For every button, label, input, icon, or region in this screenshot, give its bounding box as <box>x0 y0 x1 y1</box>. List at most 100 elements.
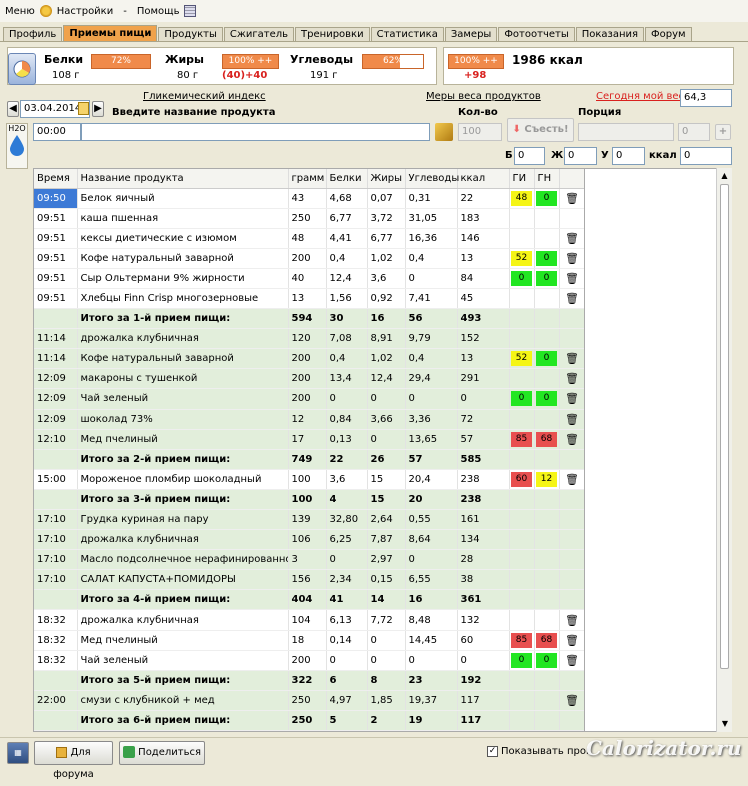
trash-icon[interactable]: 🗑 <box>565 614 579 627</box>
table-row[interactable]: 09:51 Сыр Ольтермани 9% жирности 40 12,4 3,6… <box>34 268 584 289</box>
meal-total-row[interactable]: Итого за 6-й прием пищи: 250 5 2 19 117 <box>34 710 584 731</box>
tab-9[interactable]: Форум <box>645 27 692 42</box>
table-row[interactable]: 09:51 Хлебцы Finn Crisp многозерновые 13 1,… <box>34 288 584 310</box>
trash-icon[interactable]: 🗑 <box>565 232 579 245</box>
scroll-up-icon[interactable]: ▲ <box>717 168 732 184</box>
portion-value[interactable]: 0 <box>678 123 710 141</box>
table-row[interactable]: 09:51 каша пшенная 250 6,77 3,72 31,05 183 <box>34 208 584 229</box>
column-header[interactable]: Название продукта <box>77 169 289 189</box>
weights-link[interactable]: Меры веса продуктов <box>426 91 541 102</box>
broom-icon[interactable] <box>435 123 453 141</box>
trash-icon[interactable]: 🗑 <box>565 634 579 647</box>
tab-5[interactable]: Статистика <box>370 27 444 42</box>
meal-total-row[interactable]: Итого за 4-й прием пищи: 404 41 14 16 361 <box>34 589 584 611</box>
table-scrollbar[interactable]: ▲ ▼ <box>716 168 732 732</box>
trash-icon[interactable]: 🗑 <box>565 352 579 365</box>
table-row[interactable]: 18:32 Чай зеленый 200 0 0 0 0 0 0 🗑 <box>34 650 584 671</box>
trash-icon[interactable]: 🗑 <box>565 272 579 285</box>
cell-b: 32,80 <box>326 509 368 531</box>
cell-gi: 48 <box>509 188 535 209</box>
column-header[interactable]: ккал <box>457 169 510 189</box>
cell-g: 104 <box>288 609 327 631</box>
product-search-input[interactable] <box>81 123 430 141</box>
menu-item-help[interactable]: Помощь <box>132 6 185 17</box>
column-header[interactable]: Время <box>34 169 78 189</box>
u-field[interactable]: 0 <box>612 147 645 165</box>
tab-3[interactable]: Сжигатель <box>223 27 295 42</box>
tab-8[interactable]: Показания <box>575 27 645 42</box>
today-weight-link[interactable]: Сегодня мой вес: <box>596 91 687 102</box>
table-row[interactable]: 12:10 Мед пчелиный 17 0,13 0 13,65 57 85 68 🗑 <box>34 429 584 450</box>
trash-icon[interactable]: 🗑 <box>565 433 579 446</box>
table-row[interactable]: 12:09 макароны с тушенкой 200 13,4 12,4 29,4 2… <box>34 368 584 390</box>
table-row[interactable]: 09:50 Белок яичный 43 4,68 0,07 0,31 22 48 0 🗑 <box>34 188 584 209</box>
tab-2[interactable]: Продукты <box>158 27 223 42</box>
tab-6[interactable]: Замеры <box>444 27 498 42</box>
tab-4[interactable]: Тренировки <box>295 27 370 42</box>
eat-button[interactable]: ⬇ Съесть! <box>507 118 574 142</box>
portion-select[interactable] <box>578 123 674 141</box>
keyboard-icon[interactable]: ▦ <box>7 742 29 764</box>
meal-total-row[interactable]: Итого за 5-й прием пищи: 322 6 8 23 192 <box>34 670 584 691</box>
table-row[interactable]: 18:32 Мед пчелиный 18 0,14 0 14,45 60 85 68 🗑 <box>34 630 584 651</box>
menu-item-menu[interactable]: Меню <box>0 6 40 17</box>
fats-label: Жиры <box>165 53 204 66</box>
zh-field[interactable]: 0 <box>564 147 597 165</box>
meal-total-row[interactable]: Итого за 1-й прием пищи: 594 30 16 56 493 <box>34 308 584 330</box>
trash-icon[interactable]: 🗑 <box>565 292 579 305</box>
prev-day-button[interactable]: ◀ <box>7 101 19 117</box>
table-row[interactable]: 17:10 дрожалка клубничная 106 6,25 7,87 8,64 1… <box>34 529 584 551</box>
table-row[interactable]: 11:14 Кофе натуральный заварной 200 0,4 1,02… <box>34 348 584 370</box>
water-panel[interactable]: H2O <box>6 123 28 169</box>
share-button[interactable]: Поделиться <box>119 741 205 765</box>
table-row[interactable]: 15:00 Мороженое пломбир шоколадный 100 3,6 1… <box>34 469 584 490</box>
table-row[interactable]: 12:09 Чай зеленый 200 0 0 0 0 0 0 🗑 <box>34 388 584 410</box>
scroll-thumb[interactable] <box>720 184 729 669</box>
trash-icon[interactable]: 🗑 <box>565 252 579 265</box>
glycemic-index-link[interactable]: Гликемический индекс <box>143 91 266 102</box>
table-row[interactable]: 17:10 САЛАТ КАПУСТА+ПОМИДОРЫ 156 2,34 0,15 6,… <box>34 569 584 591</box>
column-header[interactable]: Белки <box>326 169 368 189</box>
forum-button[interactable]: Для форума <box>34 741 113 780</box>
column-header[interactable]: грамм <box>288 169 327 189</box>
table-row[interactable]: 17:10 Грудка куриная на пару 139 32,80 2,64 0… <box>34 509 584 531</box>
trash-icon[interactable]: 🗑 <box>565 694 579 707</box>
add-portion-button[interactable]: + <box>715 124 731 140</box>
trash-icon[interactable]: 🗑 <box>565 192 579 205</box>
table-row[interactable]: 09:51 Кофе натуральный заварной 200 0,4 1,02… <box>34 248 584 269</box>
pie-chart-icon[interactable] <box>8 53 36 85</box>
scroll-down-icon[interactable]: ▼ <box>717 716 733 732</box>
next-day-button[interactable]: ▶ <box>92 101 104 117</box>
calendar-icon[interactable] <box>78 102 89 115</box>
b-field[interactable]: 0 <box>514 147 545 165</box>
column-header[interactable]: ГИ <box>509 169 535 189</box>
table-row[interactable]: 17:10 Масло подсолнечное нерафинированное… <box>34 549 584 571</box>
column-header[interactable]: ГН <box>534 169 560 189</box>
table-row[interactable]: 11:14 дрожалка клубничная 120 7,08 8,91 9,79 1… <box>34 328 584 350</box>
qty-field[interactable]: 100 <box>458 123 502 141</box>
tab-0[interactable]: Профиль <box>3 27 63 42</box>
table-row[interactable]: 12:09 шоколад 73% 12 0,84 3,66 3,36 72 🗑 <box>34 409 584 430</box>
trash-icon[interactable]: 🗑 <box>565 473 579 486</box>
trash-icon[interactable]: 🗑 <box>565 372 579 385</box>
time-field[interactable]: 00:00 <box>33 123 81 141</box>
trash-icon[interactable]: 🗑 <box>565 413 579 426</box>
tab-1[interactable]: Приемы пищи <box>63 25 158 42</box>
table-row[interactable]: 22:00 смузи с клубникой + мед 250 4,97 1,85 1… <box>34 690 584 711</box>
cell-b: 30 <box>326 308 368 330</box>
table-row[interactable]: 09:51 кексы диетические с изюмом 48 4,41 6,7… <box>34 228 584 249</box>
weight-field[interactable]: 64,3 <box>680 89 732 107</box>
show-checkbox[interactable]: ✓ <box>487 746 498 757</box>
calculator-icon[interactable] <box>184 5 197 17</box>
meal-total-row[interactable]: Итого за 3-й прием пищи: 100 4 15 20 238 <box>34 489 584 511</box>
kcal-field[interactable]: 0 <box>680 147 732 165</box>
table-row[interactable]: 18:32 дрожалка клубничная 104 6,13 7,72 8,48 1… <box>34 609 584 631</box>
trash-icon[interactable]: 🗑 <box>565 392 579 405</box>
column-header[interactable]: Жиры <box>367 169 406 189</box>
cell-gi <box>509 449 535 470</box>
meal-total-row[interactable]: Итого за 2-й прием пищи: 749 22 26 57 585 <box>34 449 584 470</box>
column-header[interactable]: Углеводы <box>405 169 459 189</box>
tab-7[interactable]: Фотоотчеты <box>498 27 575 42</box>
trash-icon[interactable]: 🗑 <box>565 654 579 667</box>
menu-item-settings[interactable]: Настройки <box>52 6 118 17</box>
